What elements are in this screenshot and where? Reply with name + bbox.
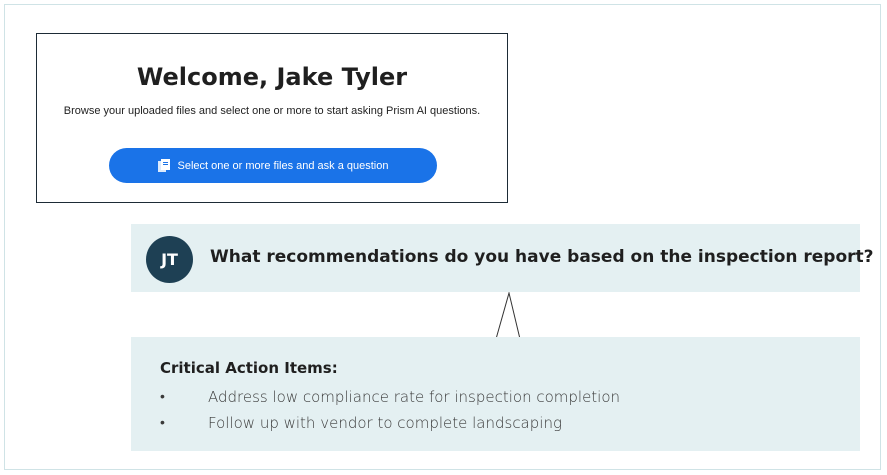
list-item-text: Follow up with vendor to complete landsc… bbox=[208, 414, 562, 432]
list-item-text: Address low compliance rate for inspecti… bbox=[208, 388, 621, 406]
question-text: What recommendations do you have based o… bbox=[210, 247, 874, 267]
welcome-title: Welcome, Jake Tyler bbox=[136, 63, 408, 91]
bullet: • bbox=[160, 415, 165, 431]
answer-panel: Critical Action Items: • Address low com… bbox=[131, 337, 860, 451]
question-bar: JT What recommendations do you have base… bbox=[131, 224, 874, 292]
welcome-subtitle: Browse your uploaded files and select on… bbox=[63, 105, 481, 117]
welcome-card: Welcome, Jake Tyler Browse your uploaded… bbox=[36, 33, 508, 203]
select-files-button[interactable]: Select one or more files and ask a quest… bbox=[109, 148, 437, 183]
select-files-button-label: Select one or more files and ask a quest… bbox=[177, 159, 389, 172]
speech-tail bbox=[495, 292, 521, 339]
file-copy-icon bbox=[157, 159, 170, 172]
bullet: • bbox=[160, 389, 165, 405]
avatar: JT bbox=[146, 236, 193, 283]
answer-heading: Critical Action Items: bbox=[160, 359, 338, 377]
